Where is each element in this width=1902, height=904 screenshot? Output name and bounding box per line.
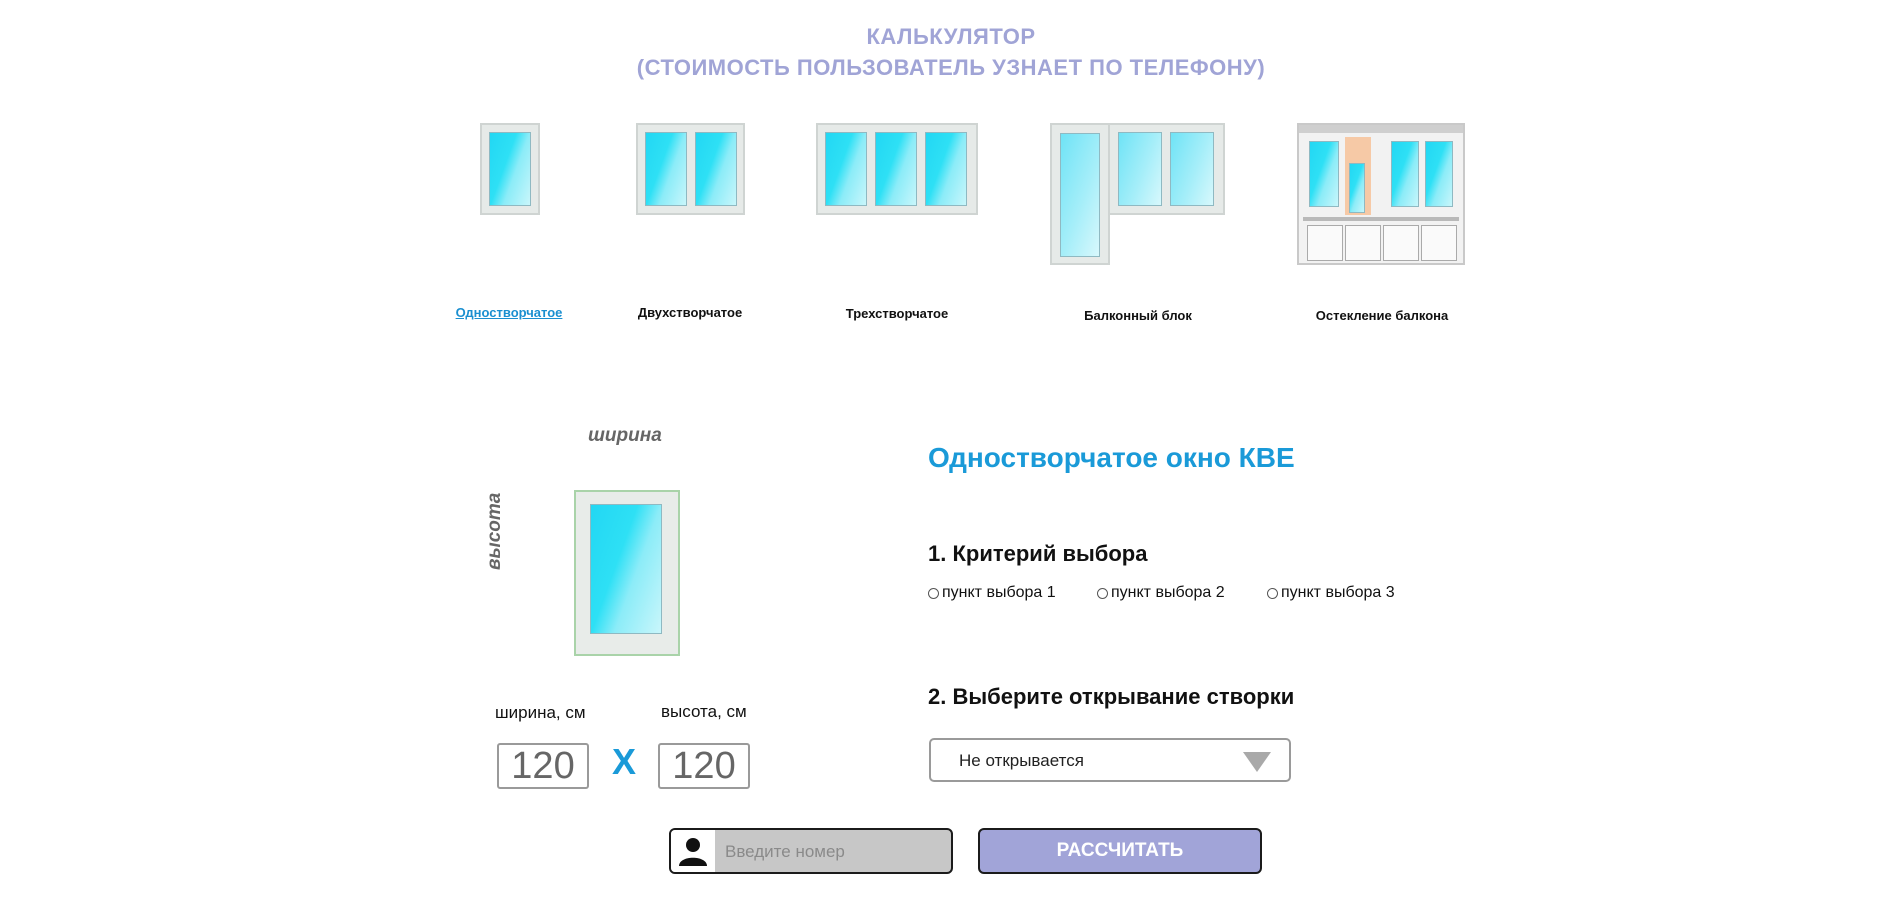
criteria-option-1[interactable]: пункт выбора 1	[928, 584, 1056, 602]
window-type-balcony-block[interactable]	[1050, 123, 1225, 265]
multiply-sign: X	[612, 741, 637, 782]
width-input-label: ширина, см	[495, 703, 586, 722]
radio-button[interactable]	[1267, 587, 1278, 599]
opening-type-select[interactable]: Не открывается	[929, 738, 1291, 782]
dropdown-arrow-icon[interactable]	[1243, 752, 1271, 772]
radio-button[interactable]	[928, 587, 939, 599]
radio-button[interactable]	[1097, 587, 1108, 599]
balcony-window-icon	[1108, 123, 1225, 215]
phone-field-container	[669, 828, 953, 874]
balcony-glazing-icon	[1297, 123, 1465, 265]
criteria-option-3[interactable]: пункт выбора 3	[1267, 584, 1395, 602]
height-input[interactable]: 120	[658, 743, 750, 789]
triple-window-icon	[816, 123, 978, 215]
opening-selected-value: Не открывается	[959, 751, 1084, 770]
option-label: пункт выбора 1	[942, 584, 1056, 601]
window-type-label-triple[interactable]: Трехстворчатое	[846, 306, 948, 321]
balcony-door-icon	[1050, 123, 1110, 265]
criteria-option-2[interactable]: пункт выбора 2	[1097, 584, 1225, 602]
window-preview-image	[574, 490, 680, 656]
selected-window-title: Одностворчатое окно КВЕ	[928, 442, 1295, 473]
height-axis-label: высота	[484, 492, 505, 570]
width-input[interactable]: 120	[497, 743, 589, 789]
window-type-triple[interactable]	[816, 123, 978, 215]
window-type-label-single[interactable]: Одностворчатое	[456, 305, 563, 320]
criteria-section-title: 1. Критерий выбора	[928, 541, 1148, 566]
window-type-balcony-glazing[interactable]	[1297, 123, 1465, 265]
width-axis-label: ширина	[588, 425, 662, 446]
option-label: пункт выбора 3	[1281, 584, 1395, 601]
height-input-label: высота, см	[661, 702, 747, 721]
phone-input[interactable]	[723, 830, 947, 872]
calculator-title: КАЛЬКУЛЯТОР	[866, 24, 1036, 49]
window-type-single[interactable]	[480, 123, 540, 215]
window-type-label-double[interactable]: Двухстворчатое	[638, 305, 742, 320]
window-type-label-balcony-block[interactable]: Балконный блок	[1084, 308, 1192, 323]
calculate-button[interactable]: РАССЧИТАТЬ	[978, 828, 1262, 874]
double-window-icon	[636, 123, 745, 215]
window-type-double[interactable]	[636, 123, 745, 215]
calculator-subtitle: (СТОИМОСТЬ ПОЛЬЗОВАТЕЛЬ УЗНАЕТ ПО ТЕЛЕФО…	[636, 55, 1266, 80]
single-window-icon	[480, 123, 540, 215]
option-label: пункт выбора 2	[1111, 584, 1225, 601]
opening-section-title: 2. Выберите открывание створки	[928, 684, 1295, 709]
user-icon	[671, 830, 715, 872]
window-type-label-balcony-glazing[interactable]: Остекление балкона	[1316, 308, 1448, 323]
